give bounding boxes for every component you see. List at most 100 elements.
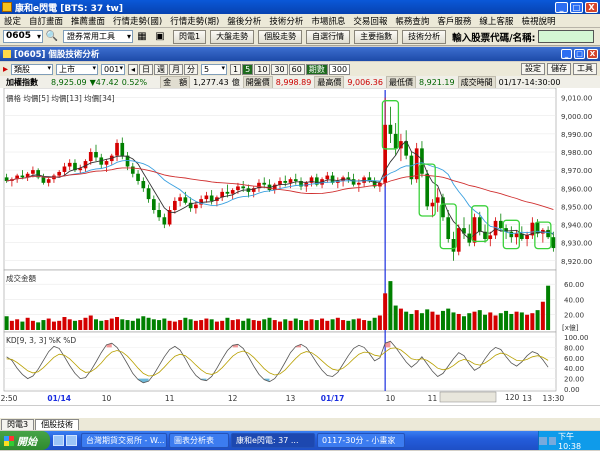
x-axis-label: 01/17 <box>321 394 345 403</box>
period-minute[interactable]: 分 <box>184 63 199 75</box>
menu-settings[interactable]: 設定 <box>0 15 25 27</box>
low-value: 8,921.19 <box>418 77 455 87</box>
volume-bar <box>330 319 335 330</box>
ie-icon[interactable] <box>53 435 64 446</box>
volume-bar <box>62 317 67 330</box>
desktop-icon[interactable] <box>66 435 77 446</box>
type-select[interactable]: 類股 <box>11 63 54 75</box>
main-index-button[interactable]: 主要指數 <box>354 29 399 44</box>
doc-close-button[interactable]: X <box>587 49 598 59</box>
index-name: 加權指數 <box>6 77 38 87</box>
close-button[interactable]: X <box>585 1 598 13</box>
watchlist-button[interactable]: 自選行情 <box>306 29 351 44</box>
menu-help[interactable]: 檢視說明 <box>517 15 559 27</box>
menu-account[interactable]: 帳務查詢 <box>391 15 433 27</box>
task-paint[interactable]: 0117-30分 - 小畫家 <box>317 433 405 448</box>
menu-technical[interactable]: 技術分析 <box>265 15 307 27</box>
volume-bar <box>356 318 361 330</box>
flash1-button[interactable]: 閃電1 <box>173 29 207 44</box>
volume-bar <box>409 313 414 330</box>
prev-icon[interactable]: ◂ <box>128 63 139 75</box>
candle-body <box>41 177 46 183</box>
start-button[interactable]: 開始 <box>0 431 50 450</box>
volume-tick-label: 20.00 <box>564 312 584 320</box>
candle-body <box>209 195 214 201</box>
code-select[interactable]: 001 <box>101 63 126 75</box>
chart-svg[interactable]: 9,010.00 9,000.00 8,990.00 8,980.00 8,970.00… <box>0 87 600 405</box>
minute-select[interactable]: 5 <box>201 63 228 75</box>
volume-bar <box>235 319 240 330</box>
network-icon <box>539 436 547 445</box>
menu-online-support[interactable]: 線上客服 <box>475 15 517 27</box>
menu-quotes-futures[interactable]: 行情走勢(期) <box>166 15 223 27</box>
task-kanghe[interactable]: 康和e閃電: 37 ... <box>231 433 315 448</box>
minute-1[interactable]: 1 <box>230 63 242 75</box>
volume-bar <box>251 320 256 330</box>
count-input[interactable]: 300 <box>328 63 351 75</box>
candle-body <box>115 142 119 156</box>
tab-stock-technical[interactable]: 個股技術 <box>35 419 80 430</box>
candle-body <box>173 200 177 210</box>
price-change-pct: 0.52% <box>121 77 148 87</box>
menu-market-news[interactable]: 市場訊息 <box>307 15 349 27</box>
function-code-select[interactable]: 0605 <box>3 30 43 43</box>
volume-bar <box>483 314 488 330</box>
menu-trade-report[interactable]: 交易回報 <box>349 15 391 27</box>
technical-chart[interactable]: 9,010.00 9,000.00 8,990.00 8,980.00 8,970.00… <box>0 87 600 405</box>
doc-maximize-button[interactable]: □ <box>574 49 585 59</box>
volume-bar <box>157 320 162 330</box>
menu-quotes-stock[interactable]: 行情走勢(國) <box>109 15 166 27</box>
volume-bar <box>214 321 219 330</box>
task-taifex[interactable]: 台灣期貨交易所 - W... <box>81 433 167 448</box>
maximize-button[interactable]: □ <box>570 1 583 13</box>
menu-custom-screen[interactable]: 自訂畫面 <box>25 15 67 27</box>
minute-5[interactable]: 5 <box>242 63 254 75</box>
period-day[interactable]: 日 <box>139 63 154 75</box>
minute-30[interactable]: 30 <box>271 63 288 75</box>
system-tray: 下午 10:38 <box>538 431 600 451</box>
menu-customer-service[interactable]: 客戶服務 <box>433 15 475 27</box>
minute-10[interactable]: 10 <box>254 63 271 75</box>
volume-icon <box>548 436 556 445</box>
last-price: 8,925.09 <box>51 77 87 87</box>
technical-analysis-button[interactable]: 技術分析 <box>402 29 447 44</box>
volume-bar <box>546 285 551 330</box>
pin-icon[interactable]: ▸ <box>3 64 8 75</box>
calculator-icon[interactable]: ▦ <box>135 30 149 44</box>
candle-body <box>130 166 135 174</box>
task-chart-table[interactable]: 圖表分析表 <box>169 433 229 448</box>
stock-search-input[interactable] <box>538 30 595 43</box>
save-button[interactable]: 儲存 <box>547 63 571 75</box>
volume-bar <box>493 315 498 330</box>
volume-bar <box>225 317 230 330</box>
stock-trend-button[interactable]: 個股走勢 <box>258 29 303 44</box>
volume-bar <box>488 312 493 330</box>
period-month[interactable]: 月 <box>169 63 184 75</box>
market-select[interactable]: 上市 <box>56 63 99 75</box>
period-week[interactable]: 週 <box>154 63 169 75</box>
doc-minimize-button[interactable]: _ <box>561 49 572 59</box>
menu-after-hours[interactable]: 盤後分析 <box>223 15 265 27</box>
volume-bar <box>30 320 35 330</box>
minimize-button[interactable]: _ <box>555 1 568 13</box>
tools-select[interactable]: 證券常用工具 <box>63 30 133 43</box>
minute-60[interactable]: 60 <box>288 63 305 75</box>
candle-body <box>535 222 540 234</box>
candle-body <box>488 235 493 239</box>
window-icon[interactable]: ▣ <box>153 30 167 44</box>
search-icon[interactable]: 🔍 <box>45 30 59 44</box>
candle-body <box>183 197 188 203</box>
volume-bar <box>88 315 93 330</box>
tools-button[interactable]: 工具 <box>573 63 597 75</box>
volume-bar <box>193 320 198 330</box>
kd-legend: KD[9, 3, 3] %K %D <box>6 336 76 345</box>
window-tabs: 閃電3 個股技術 <box>0 418 600 430</box>
tab-flash3[interactable]: 閃電3 <box>1 419 35 430</box>
candle-body <box>393 133 398 149</box>
volume-bar <box>535 310 540 330</box>
settings-button[interactable]: 設定 <box>521 63 545 75</box>
price-tick-label: 8,930.00 <box>561 240 592 248</box>
menu-recommended[interactable]: 推薦畫面 <box>67 15 109 27</box>
market-trend-button[interactable]: 大盤走勢 <box>210 29 255 44</box>
candle-body <box>293 179 298 181</box>
